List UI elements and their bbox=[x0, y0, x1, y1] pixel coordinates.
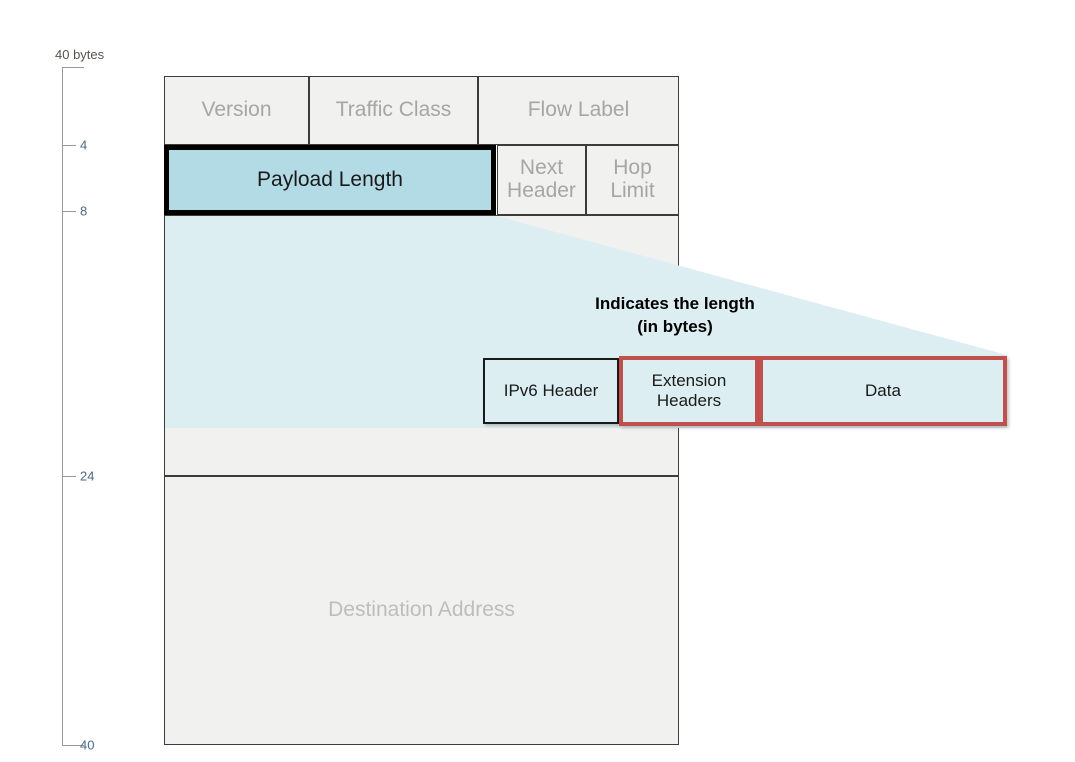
header-field-next-header: Next Header bbox=[497, 145, 586, 215]
packet-part-ipv6-header: IPv6 Header bbox=[483, 358, 619, 424]
header-field-traffic-class: Traffic Class bbox=[309, 76, 478, 145]
scale-tick-label-40: 40 bbox=[80, 737, 95, 753]
scale-tick-label-4: 4 bbox=[80, 137, 88, 153]
scale-tick-24 bbox=[62, 476, 76, 477]
scale-tick-label-8: 8 bbox=[80, 203, 88, 219]
byte-scale-bracket bbox=[62, 67, 84, 746]
scale-tick-label-24: 24 bbox=[80, 468, 95, 484]
diagram-canvas: 40 bytes 4 8 24 40 Version Traffic Class… bbox=[0, 0, 1075, 762]
header-field-payload-length-highlighted: Payload Length bbox=[164, 145, 496, 215]
callout-note-line-1: Indicates the length bbox=[595, 294, 755, 313]
scale-tick-8 bbox=[62, 211, 76, 212]
scale-caption: 40 bytes bbox=[55, 47, 105, 62]
packet-part-data: Data bbox=[759, 356, 1007, 426]
header-field-flow-label: Flow Label bbox=[478, 76, 679, 145]
header-field-source-address: Source Address bbox=[164, 215, 679, 476]
scale-tick-4 bbox=[62, 145, 76, 146]
header-field-version: Version bbox=[164, 76, 309, 145]
header-field-destination-address: Destination Address bbox=[164, 476, 679, 745]
header-field-hop-limit: Hop Limit bbox=[586, 145, 679, 215]
callout-note-line-2: (in bytes) bbox=[637, 316, 713, 336]
packet-part-extension-headers: Extension Headers bbox=[619, 356, 759, 426]
callout-note: Indicates the length (in bytes) bbox=[560, 293, 790, 338]
